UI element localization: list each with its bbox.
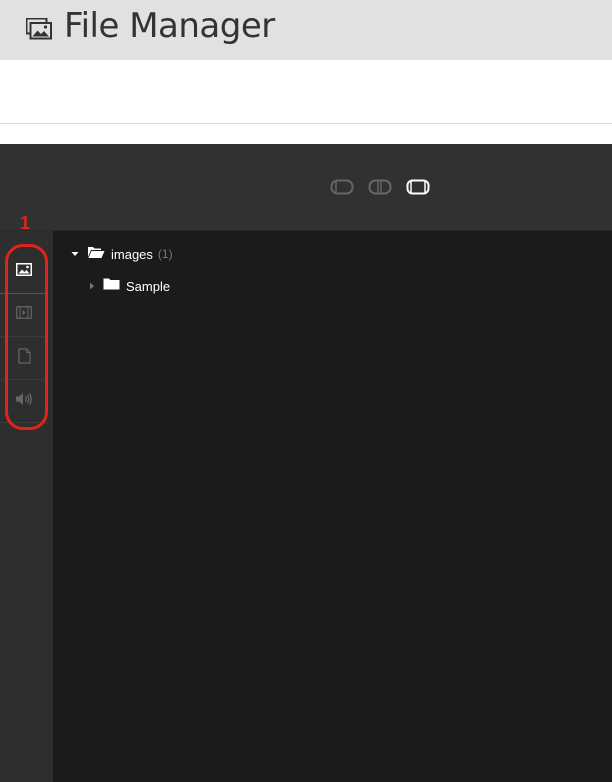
item-count: (1) xyxy=(157,247,173,261)
rail-item-images[interactable] xyxy=(0,251,48,294)
annotation-marker: 1 xyxy=(20,213,31,233)
page-header: File Manager xyxy=(0,0,612,60)
document-icon xyxy=(17,347,31,369)
caret-right-icon[interactable] xyxy=(88,282,96,290)
tree-item-sample[interactable]: Sample xyxy=(88,277,170,295)
rail-item-documents[interactable] xyxy=(0,337,48,380)
content-spacer xyxy=(0,60,612,124)
layout-single-icon[interactable] xyxy=(330,179,354,195)
caret-down-icon[interactable] xyxy=(71,250,79,258)
rail-item-video[interactable] xyxy=(0,294,48,337)
toolbar xyxy=(0,144,612,231)
tree-item-label: Sample xyxy=(126,278,171,294)
tree-item-images[interactable]: images (1) xyxy=(71,245,173,263)
images-icon xyxy=(16,263,32,281)
tree-item-label: images xyxy=(111,246,153,262)
page-title: File Manager xyxy=(64,6,275,46)
rail-item-audio[interactable] xyxy=(0,380,48,423)
folder-tree: images (1) Sample xyxy=(53,231,612,782)
file-manager-app: images (1) Sample xyxy=(0,144,612,782)
video-icon xyxy=(16,306,32,324)
folder-icon xyxy=(103,277,120,295)
layout-full-icon[interactable] xyxy=(406,179,430,195)
image-icon xyxy=(25,17,52,40)
media-type-rail xyxy=(0,231,53,782)
audio-icon xyxy=(15,392,33,411)
layout-split-icon[interactable] xyxy=(368,179,392,195)
folder-open-icon xyxy=(87,245,105,264)
